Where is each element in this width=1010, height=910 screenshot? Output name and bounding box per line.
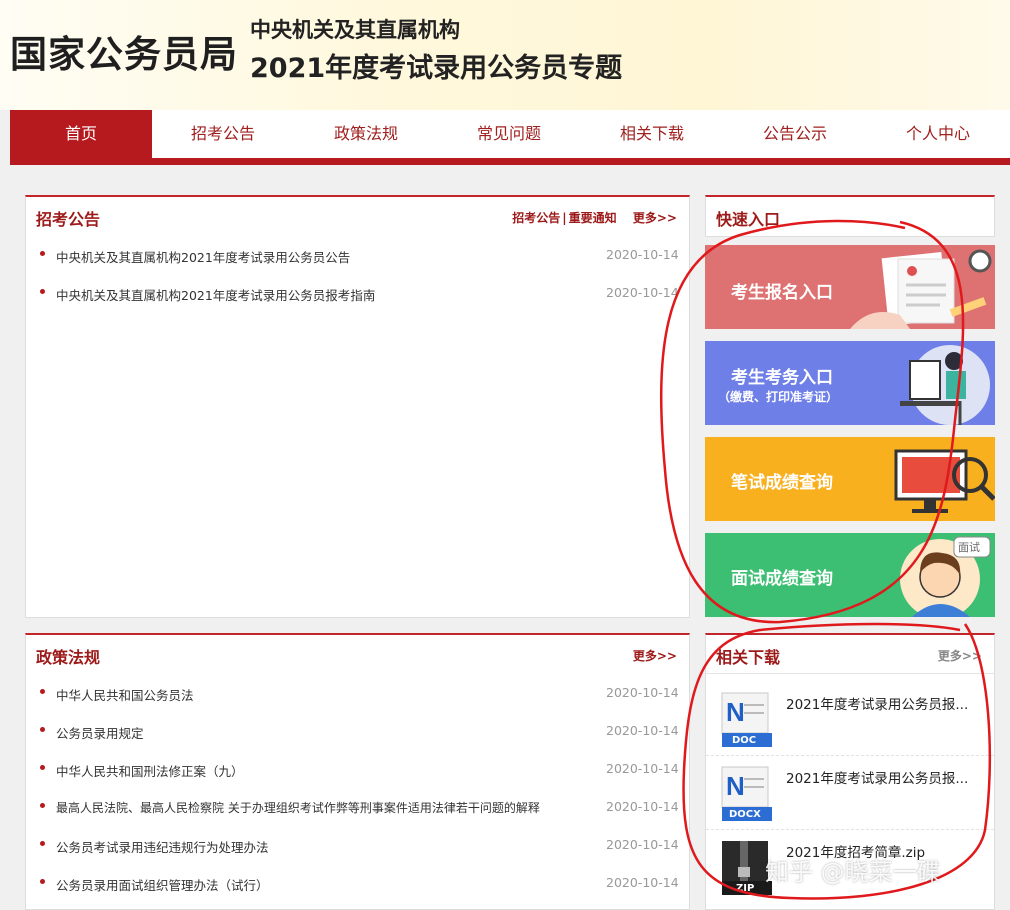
list-item-title[interactable]: 公务员录用规定 xyxy=(56,723,144,742)
list-item-date: 2020-10-14 xyxy=(606,799,679,814)
list-item-date: 2020-10-14 xyxy=(606,247,679,262)
site-header: 国家公务员局 中央机关及其直属机构 2021年度考试录用公务员专题 xyxy=(0,0,1010,110)
list-item-title[interactable]: 中华人民共和国公务员法 xyxy=(56,685,194,704)
list-item-title[interactable]: 公务员考试录用违纪违规行为处理办法 xyxy=(56,837,269,856)
list-item[interactable]: 公务员录用面试组织管理办法（试行） 2020-10-14 xyxy=(36,865,679,903)
nav-policy[interactable]: 政策法规 xyxy=(295,110,437,158)
policy-more-link[interactable]: 更多>> xyxy=(633,647,677,664)
list-item-date: 2020-10-14 xyxy=(606,285,679,300)
divider xyxy=(706,673,994,674)
svg-text:N: N xyxy=(726,771,745,801)
interview-badge: 面试 xyxy=(958,541,980,554)
list-item-title[interactable]: 中央机关及其直属机构2021年度考试录用公务员报考指南 xyxy=(56,285,375,304)
announcements-links: 招考公告 | 重要通知 更多>> xyxy=(512,211,677,225)
bullet-icon xyxy=(40,727,45,732)
bullet-icon xyxy=(40,289,45,294)
list-item-title[interactable]: 公务员录用面试组织管理办法（试行） xyxy=(56,875,269,894)
file-type-label: ZIP xyxy=(736,883,755,894)
policy-title: 政策法规 xyxy=(36,648,101,667)
interview-score-query-button[interactable]: 面试成绩查询 面试 xyxy=(705,533,995,617)
bullet-icon xyxy=(40,803,45,808)
nav-downloads[interactable]: 相关下载 xyxy=(581,110,723,158)
nav-home[interactable]: 首页 xyxy=(10,110,152,158)
bullet-icon xyxy=(40,841,45,846)
list-item[interactable]: 中华人民共和国刑法修正案（九） 2020-10-14 xyxy=(36,751,679,789)
announcements-panel: 招考公告 招考公告 | 重要通知 更多>> 中央机关及其直属机构2021年度考试录用… xyxy=(25,195,690,618)
button-label: 笔试成绩查询 xyxy=(731,473,833,493)
nav-notices[interactable]: 公告公示 xyxy=(724,110,866,158)
list-item[interactable]: 最高人民法院、最高人民检察院 关于办理组织考试作弊等刑事案件适用法律若干问题的解… xyxy=(36,789,679,827)
quick-entry-title: 快速入口 xyxy=(716,210,781,229)
button-sublabel: （缴费、打印准考证） xyxy=(718,390,839,404)
main-nav: 首页 招考公告 政策法规 常见问题 相关下载 公告公示 个人中心 xyxy=(10,110,1010,158)
list-item[interactable]: 中华人民共和国公务员法 2020-10-14 xyxy=(36,675,679,713)
download-item-name[interactable]: 2021年度考试录用公务员报... xyxy=(786,767,968,787)
bullet-icon xyxy=(40,251,45,256)
file-type-label: DOCX xyxy=(729,809,761,820)
list-item-date: 2020-10-14 xyxy=(606,723,679,738)
download-item-name[interactable]: 2021年度考试录用公务员报... xyxy=(786,693,968,713)
announcements-more-link[interactable]: 更多>> xyxy=(633,211,677,225)
list-item-date: 2020-10-14 xyxy=(606,761,679,776)
registration-form-icon xyxy=(850,249,992,329)
list-item-date: 2020-10-14 xyxy=(606,685,679,700)
list-item-title[interactable]: 中央机关及其直属机构2021年度考试录用公务员公告 xyxy=(56,247,350,266)
score-monitor-icon xyxy=(894,449,995,513)
list-item[interactable]: 中央机关及其直属机构2021年度考试录用公务员报考指南 2020-10-14 xyxy=(36,275,679,313)
bullet-icon xyxy=(40,689,45,694)
policy-panel: 政策法规 更多>> 中华人民共和国公务员法 2020-10-14 公务员录用规定… xyxy=(25,633,690,910)
list-item-date: 2020-10-14 xyxy=(606,837,679,852)
list-item[interactable]: 公务员考试录用违纪违规行为处理办法 2020-10-14 xyxy=(36,827,679,865)
link-announcements[interactable]: 招考公告 xyxy=(512,211,560,225)
button-label: 考生报名入口 xyxy=(731,283,833,303)
file-type-label: DOC xyxy=(732,735,757,746)
header-subtitle: 中央机关及其直属机构 xyxy=(250,18,460,42)
download-item[interactable]: N DOC 2021年度考试录用公务员报... xyxy=(706,683,994,756)
link-important-notice[interactable]: 重要通知 xyxy=(569,211,617,225)
list-item-date: 2020-10-14 xyxy=(606,875,679,890)
downloads-title: 相关下载 xyxy=(716,648,781,667)
list-item[interactable]: 公务员录用规定 2020-10-14 xyxy=(36,713,679,751)
candidate-exam-affairs-button[interactable]: 考生考务入口 （缴费、打印准考证） xyxy=(705,341,995,425)
bullet-icon xyxy=(40,765,45,770)
header-title: 2021年度考试录用公务员专题 xyxy=(250,53,623,84)
candidate-registration-button[interactable]: 考生报名入口 xyxy=(705,245,995,329)
download-item[interactable]: N DOCX 2021年度考试录用公务员报... xyxy=(706,757,994,830)
downloads-more-link[interactable]: 更多>> xyxy=(938,647,982,664)
written-score-query-button[interactable]: 笔试成绩查询 xyxy=(705,437,995,521)
svg-text:N: N xyxy=(726,697,745,727)
announcements-title: 招考公告 xyxy=(36,210,101,229)
bullet-icon xyxy=(40,879,45,884)
nav-underline xyxy=(10,158,1010,165)
nav-faq[interactable]: 常见问题 xyxy=(438,110,580,158)
button-label: 考生考务入口 xyxy=(731,368,833,388)
list-item[interactable]: 中央机关及其直属机构2021年度考试录用公务员公告 2020-10-14 xyxy=(36,237,679,275)
nav-announcements[interactable]: 招考公告 xyxy=(152,110,294,158)
quick-entry-header: 快速入口 xyxy=(705,195,995,237)
watermark: 知乎 @晓菜一碟 xyxy=(765,858,941,886)
site-logo[interactable]: 国家公务员局 xyxy=(10,24,238,78)
student-desk-icon xyxy=(900,345,990,425)
list-item-title[interactable]: 最高人民法院、最高人民检察院 关于办理组织考试作弊等刑事案件适用法律若干问题的解… xyxy=(56,799,540,816)
list-item-title[interactable]: 中华人民共和国刑法修正案（九） xyxy=(56,761,244,780)
nav-personal-center[interactable]: 个人中心 xyxy=(867,110,1009,158)
button-label: 面试成绩查询 xyxy=(731,569,833,589)
